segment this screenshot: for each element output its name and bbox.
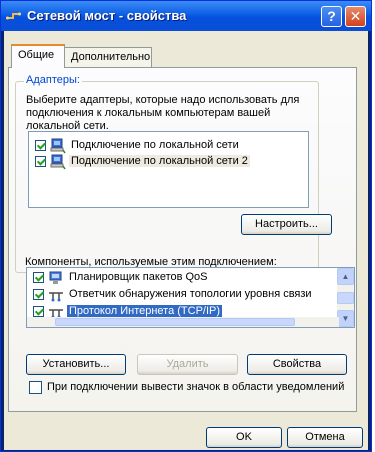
install-button-label: Установить... <box>42 358 110 370</box>
configure-button-label: Настроить... <box>255 218 318 230</box>
adapters-list[interactable]: Подключение по локальной сети Подключени… <box>28 131 309 208</box>
network-connection-icon <box>50 138 66 154</box>
scroll-down-icon[interactable]: ▼ <box>337 310 354 327</box>
install-button[interactable]: Установить... <box>26 354 126 375</box>
tray-icon-checkbox[interactable] <box>29 381 42 394</box>
dialog-body: Общие Дополнительно Адаптеры: Выберите а… <box>4 31 368 450</box>
components-vertical-scrollbar[interactable]: ▲ ▼ <box>337 268 354 327</box>
component-label: Ответчик обнаружения топологии уровня св… <box>69 288 312 300</box>
tab-advanced[interactable]: Дополнительно <box>64 47 152 67</box>
tab-general-label: Общие <box>18 49 55 61</box>
vertical-scroll-thumb[interactable] <box>337 292 354 304</box>
tab-general[interactable]: Общие <box>11 44 65 68</box>
adapter-checkbox[interactable] <box>35 156 46 167</box>
adapters-legend: Адаптеры: <box>24 74 82 86</box>
ok-button[interactable]: OK <box>206 427 282 448</box>
adapter-label: Подключение по локальной сети 2 <box>69 155 250 167</box>
component-label: Планировщик пакетов QoS <box>69 271 208 283</box>
ok-button-label: OK <box>236 431 252 443</box>
scroll-up-icon[interactable]: ▲ <box>337 268 354 285</box>
protocol-icon <box>49 292 63 302</box>
tab-advanced-label: Дополнительно <box>71 51 151 63</box>
remove-button-label: Удалить <box>166 358 209 370</box>
component-label: Протокол Интернета (TCP/IP) <box>67 305 223 317</box>
tray-icon-label[interactable]: При подключении вывести значок в области… <box>47 381 344 393</box>
help-button[interactable]: ? <box>321 6 342 27</box>
component-checkbox[interactable] <box>33 306 44 317</box>
network-connection-icon <box>50 154 66 170</box>
components-horizontal-scrollbar[interactable] <box>27 317 339 327</box>
properties-button-label: Свойства <box>272 358 322 370</box>
network-bridge-icon <box>6 12 21 20</box>
cancel-button[interactable]: Отмена <box>287 427 363 448</box>
components-list[interactable]: Планировщик пакетов QoS Ответчик обнаруж… <box>26 267 355 328</box>
horizontal-scroll-thumb[interactable] <box>55 318 295 326</box>
component-checkbox[interactable] <box>33 289 44 300</box>
remove-button: Удалить <box>137 354 238 375</box>
properties-button[interactable]: Свойства <box>247 354 347 375</box>
window-title: Сетевой мост - свойства <box>27 8 187 23</box>
network-service-icon <box>49 271 62 284</box>
adapter-label: Подключение по локальной сети <box>71 139 239 151</box>
properties-dialog: Сетевой мост - свойства ? ✕ Общие Дополн… <box>0 0 372 452</box>
title-bar[interactable]: Сетевой мост - свойства ? ✕ <box>1 1 371 31</box>
component-checkbox[interactable] <box>33 272 44 283</box>
adapter-checkbox[interactable] <box>35 140 46 151</box>
cancel-button-label: Отмена <box>305 431 345 443</box>
close-button[interactable]: ✕ <box>345 6 366 27</box>
adapters-description: Выберите адаптеры, которые надо использо… <box>26 94 300 132</box>
configure-button[interactable]: Настроить... <box>241 214 332 235</box>
